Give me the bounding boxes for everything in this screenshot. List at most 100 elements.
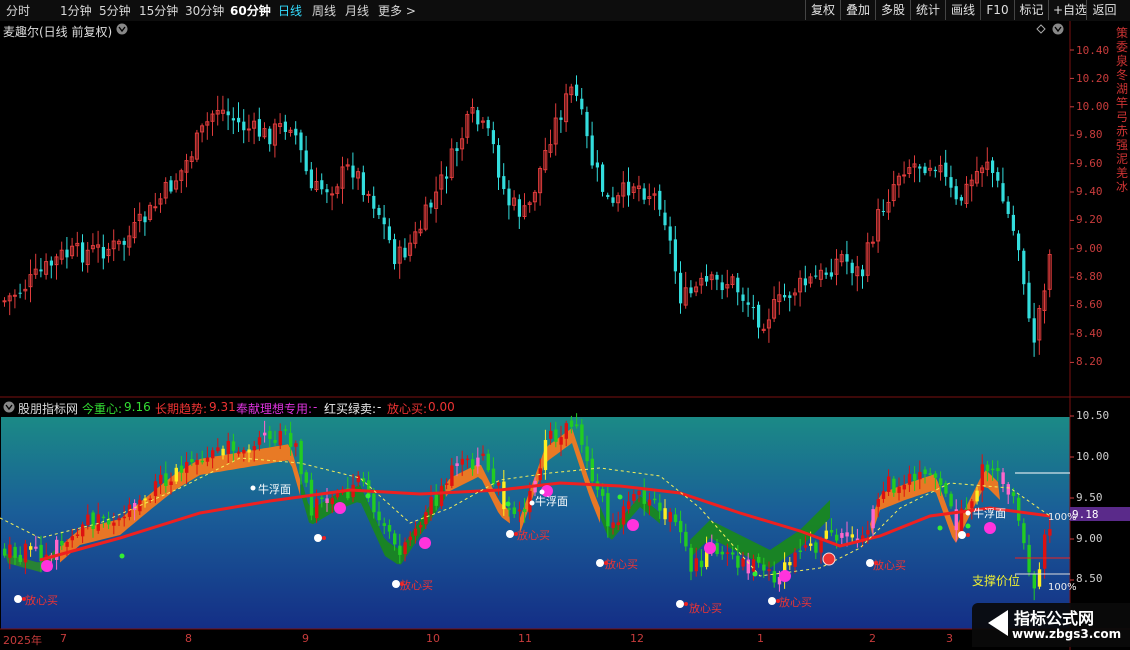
period-tab-daily[interactable]: 日线 (278, 2, 302, 19)
candle-body (824, 272, 828, 275)
candle-body (783, 295, 787, 298)
indicator-candle-body (3, 548, 7, 556)
indicator-name: 股朋指标网 (18, 402, 79, 416)
indicator-candle-body (403, 542, 407, 555)
candle-body (361, 172, 365, 196)
candle-body (377, 207, 381, 216)
price-tick: 9.60 (1076, 157, 1103, 170)
period-tab-1min[interactable]: 1分钟 (60, 2, 92, 19)
safe-buy-annotation: 放心买 (517, 529, 550, 542)
pink-signal-marker (779, 570, 791, 582)
candle-body (143, 216, 147, 223)
candle-body (944, 162, 948, 177)
indicator-candle-body (627, 501, 631, 509)
indicator-candle-body (216, 447, 220, 452)
candle-body (1032, 318, 1036, 343)
indicator-candle-body (491, 468, 496, 485)
candle-body (1022, 250, 1026, 285)
add-watchlist-button[interactable]: +自选 (1048, 0, 1087, 20)
price-tick: 9.40 (1076, 185, 1103, 198)
indicator-candle-body (788, 562, 792, 566)
settings-dropdown-icon[interactable] (1052, 23, 1064, 35)
candle-body (283, 121, 287, 132)
title-dropdown-icon[interactable] (116, 23, 128, 35)
indicator-candle-body (517, 509, 522, 512)
indicator-candle-body (356, 475, 360, 483)
candle-body (689, 287, 693, 294)
indicator-dropdown-icon[interactable] (3, 401, 15, 413)
candle-body (101, 247, 105, 259)
mark-button[interactable]: 标记 (1014, 0, 1048, 20)
candle-body (49, 260, 53, 266)
candle-body (387, 226, 391, 241)
candle-body (268, 128, 272, 145)
white-signal-marker (768, 597, 776, 605)
safe-buy-annotation: 放心买 (25, 594, 58, 607)
overlay-button[interactable]: 叠加 (840, 0, 875, 20)
candle-body (585, 111, 589, 137)
candle-body (902, 174, 907, 177)
indicator-candle-body (835, 534, 839, 541)
white-signal-marker (314, 534, 322, 542)
support-price-label: 支撑价位 (972, 574, 1021, 588)
draw-line-button[interactable]: 画线 (945, 0, 980, 20)
candle-body (668, 226, 672, 241)
indicator-candle-body (1017, 497, 1021, 521)
date-label: 2025年 (3, 634, 42, 647)
indicator-candle-body (169, 481, 173, 485)
multi-stock-button[interactable]: 多股 (875, 0, 910, 20)
indicator-candle-body (699, 560, 704, 568)
candle-body (39, 269, 43, 272)
indicator-candle-body (928, 473, 932, 475)
bull-dot-marker (529, 500, 535, 506)
period-tab-timeshare[interactable]: 分时 (6, 2, 30, 19)
indicator-candle-body (455, 463, 459, 467)
indicator-chart[interactable] (0, 398, 1130, 650)
white-signal-marker (14, 595, 22, 603)
indicator-candle-body (850, 534, 854, 538)
pink-signal-marker (419, 537, 431, 549)
date-label: 10 (426, 632, 440, 645)
period-tab-5min[interactable]: 5分钟 (99, 2, 131, 19)
price-tick: 9.20 (1076, 213, 1103, 226)
indicator-candle-body (751, 559, 756, 572)
candle-body (486, 120, 490, 129)
indicator-candle-body (949, 493, 953, 507)
price-tick: 8.20 (1076, 355, 1103, 368)
indicator-candle-body (486, 453, 490, 471)
indicator-candle-body (112, 522, 116, 526)
indicator-candle-body (299, 440, 303, 475)
period-tab-15min[interactable]: 15分钟 (139, 2, 178, 19)
candle-body (294, 128, 298, 136)
period-tab-30min[interactable]: 30分钟 (185, 2, 224, 19)
statistics-button[interactable]: 统计 (910, 0, 945, 20)
price-tick: 10.20 (1076, 72, 1110, 85)
indicator-candle-body (148, 498, 152, 501)
indicator-candle-body (824, 530, 828, 539)
period-tab-monthly[interactable]: 月线 (345, 2, 369, 19)
indicator-candle-body (653, 498, 657, 501)
green-dot-marker (505, 501, 511, 507)
back-button[interactable]: 返回 (1086, 0, 1122, 20)
indicator-candle-body (289, 432, 293, 447)
indicator-candle-body (471, 459, 475, 470)
indicator-candle-body (75, 534, 80, 536)
period-tab-weekly[interactable]: 周线 (312, 2, 336, 19)
adjust-button[interactable]: 复权 (805, 0, 840, 20)
candle-body (2, 300, 7, 303)
date-label: 9 (302, 632, 309, 645)
period-tab-multi[interactable]: 更多 > (378, 2, 416, 19)
candle-body (18, 292, 22, 294)
period-tab-60min[interactable]: 60分钟 (230, 2, 271, 19)
f10-button[interactable]: F10 (980, 0, 1014, 20)
candle-body (580, 98, 584, 110)
indicator-candle-body (133, 503, 137, 511)
candle-body (304, 150, 308, 172)
price-tick: 10.00 (1076, 100, 1110, 113)
indicator-candle-body (918, 471, 922, 480)
candlestick-chart[interactable] (0, 21, 1130, 398)
indicator-candle-body (8, 544, 12, 558)
candle-body (1011, 214, 1015, 231)
indicator-candle-body (200, 460, 204, 463)
price-tick: 9.80 (1076, 128, 1103, 141)
